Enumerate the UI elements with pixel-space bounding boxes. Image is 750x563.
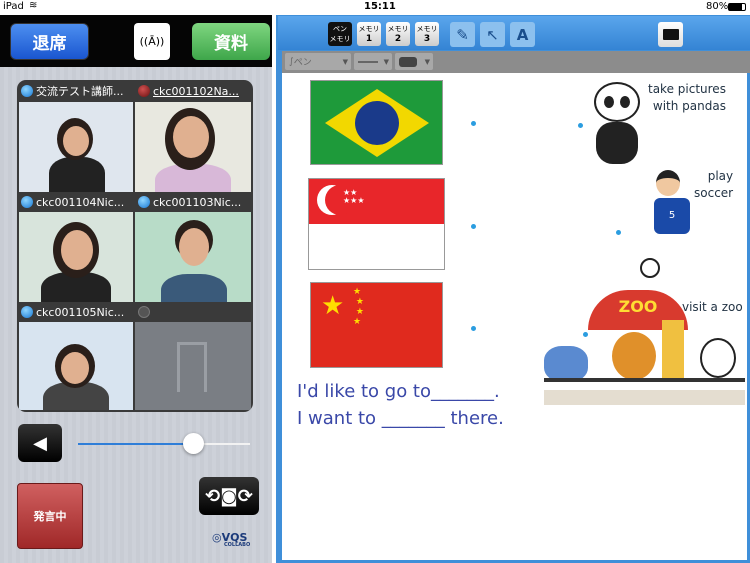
- battery-icon: [728, 3, 746, 11]
- clock: 15:11: [364, 1, 396, 12]
- empty-seat-tile: [135, 322, 251, 410]
- chair-icon: [177, 342, 207, 392]
- video-tile[interactable]: [19, 322, 133, 410]
- antenna-icon: ((Ā)): [139, 35, 165, 48]
- pointer-tool-button[interactable]: ↖: [480, 22, 505, 47]
- panda-image: [590, 78, 646, 170]
- antenna-button[interactable]: ((Ā)): [134, 23, 170, 60]
- memo-3-button[interactable]: メモリ 3: [415, 22, 439, 46]
- battery-percent: 80%: [706, 1, 729, 12]
- status-dot-icon: [138, 306, 150, 318]
- status-dot-icon: [21, 306, 33, 318]
- speaker-button[interactable]: ◀: [18, 424, 62, 462]
- folder-icon: [662, 29, 679, 40]
- exit-button[interactable]: 退席: [10, 23, 89, 60]
- speaker-icon: ◀: [33, 432, 47, 454]
- status-dot-icon: [138, 85, 150, 97]
- memo-1-button[interactable]: メモリ 1: [357, 22, 381, 46]
- arrow-pointer-icon: ↖: [486, 25, 499, 44]
- china-flag-image: ★ ★ ★ ★ ★: [310, 282, 443, 368]
- pen-tool-button[interactable]: ✎: [450, 22, 475, 47]
- volume-slider-fill: [78, 443, 194, 445]
- video-tile[interactable]: [135, 102, 251, 192]
- caption-pandas: take pictures with pandas: [648, 82, 726, 113]
- video-tile[interactable]: [19, 102, 133, 192]
- vqs-logo: ◎VQS COLLABO: [212, 531, 251, 548]
- status-dot-icon: [21, 85, 33, 97]
- pen-options-bar: [282, 51, 750, 73]
- camera-rotate-icon: ⟲◙⟳: [205, 485, 253, 507]
- memo-2-button[interactable]: メモリ 2: [386, 22, 410, 46]
- wifi-icon: ≋: [29, 0, 38, 11]
- singapore-flag-image: ★★ ★★★: [308, 178, 445, 270]
- match-dot: [471, 326, 476, 331]
- pen-memo-button[interactable]: ペン メモリ: [328, 22, 352, 46]
- participant-label: ckc001104Nic...: [21, 193, 135, 211]
- match-dot: [471, 224, 476, 229]
- status-dot-icon: [21, 196, 33, 208]
- match-dot: [471, 121, 476, 126]
- talking-button[interactable]: 発言中: [17, 483, 83, 549]
- participant-label: ckc001105Nic...: [21, 303, 135, 321]
- video-grid: 交流テスト講師... ckc001102Na... ckc001104Nic..…: [17, 80, 253, 412]
- device-label: iPad: [3, 1, 24, 12]
- pen-icon: ✎: [456, 25, 469, 44]
- participant-label: [138, 303, 250, 321]
- video-tile[interactable]: [19, 212, 133, 302]
- brazil-flag-image: [310, 80, 443, 165]
- status-dot-icon: [138, 196, 150, 208]
- sentence-2: I want to _______ there.: [297, 408, 504, 429]
- caption-zoo: visit a zoo: [682, 300, 743, 314]
- switch-camera-button[interactable]: ⟲◙⟳: [199, 477, 259, 515]
- participant-label: 交流テスト講師...: [21, 82, 135, 100]
- participant-label[interactable]: ckc001102Na...: [138, 82, 250, 100]
- folder-button[interactable]: [658, 22, 683, 47]
- documents-button[interactable]: 資料: [192, 23, 270, 60]
- match-dot: [578, 123, 583, 128]
- video-tile[interactable]: [135, 212, 251, 302]
- text-icon: A: [516, 25, 529, 44]
- status-bar: iPad ≋ 15:11 80%: [0, 0, 750, 15]
- text-tool-button[interactable]: A: [510, 22, 535, 47]
- sentence-1: I'd like to go to_______.: [297, 381, 500, 402]
- match-dot: [616, 230, 621, 235]
- line-width-dropdown[interactable]: ▼: [354, 53, 392, 70]
- color-dropdown[interactable]: ▼: [395, 53, 433, 70]
- pen-type-dropdown[interactable]: ∫ ペン ▼: [285, 53, 351, 70]
- caption-soccer: play soccer: [694, 169, 734, 200]
- participant-label: ckc001103Nic...: [138, 193, 250, 211]
